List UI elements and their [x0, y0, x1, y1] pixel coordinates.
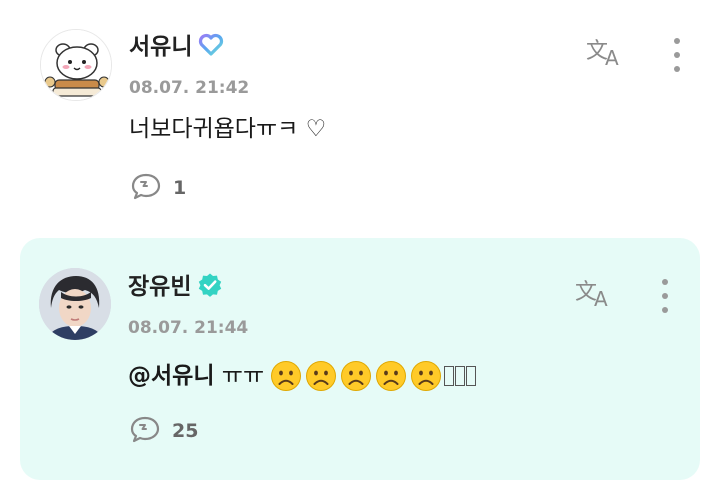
- frowning-face-icon: [340, 360, 372, 392]
- reply-button[interactable]: 1: [129, 171, 186, 205]
- frowning-face-icon: [270, 360, 302, 392]
- author-row: 서유니: [129, 33, 224, 61]
- reply-button[interactable]: 25: [128, 414, 198, 448]
- more-options-icon[interactable]: [672, 38, 682, 72]
- comment-item: 서유니 08.07. 21:42 너보다귀욥다ㅠㅋ ♡ 1 文 A: [0, 0, 718, 230]
- avatar[interactable]: [40, 29, 112, 101]
- avatar[interactable]: [39, 268, 111, 340]
- comment-text: 너보다귀욥다ㅠㅋ ♡: [129, 116, 327, 142]
- svg-text:A: A: [605, 46, 619, 68]
- reply-icon: [129, 171, 163, 205]
- author-name[interactable]: 장유빈: [128, 273, 191, 301]
- verified-check-icon: [197, 272, 223, 302]
- timestamp: 08.07. 21:42: [129, 78, 250, 98]
- comment-item-highlighted: 장유빈 08.07. 21:44 @서유니 ㅠㅠ 25 文 A: [20, 238, 700, 480]
- reply-icon: [128, 414, 162, 448]
- reply-count: 25: [172, 420, 199, 442]
- mention-link[interactable]: @서유니: [128, 361, 214, 391]
- emoji-group: [270, 360, 442, 392]
- frowning-face-icon: [375, 360, 407, 392]
- comment-text-suffix: ㅠㅠ: [214, 363, 265, 389]
- unrendered-glyphs: [444, 366, 477, 386]
- translate-icon[interactable]: 文 A: [573, 275, 617, 311]
- frowning-face-icon: [305, 360, 337, 392]
- more-options-icon[interactable]: [660, 279, 670, 313]
- comment-text: @서유니 ㅠㅠ: [128, 360, 477, 392]
- frowning-face-icon: [410, 360, 442, 392]
- translate-icon[interactable]: 文 A: [584, 34, 628, 70]
- heart-badge-icon: [198, 33, 224, 61]
- author-name[interactable]: 서유니: [129, 33, 192, 61]
- author-row: 장유빈: [128, 272, 223, 302]
- timestamp: 08.07. 21:44: [128, 318, 249, 338]
- reply-count: 1: [173, 177, 187, 199]
- svg-text:A: A: [594, 287, 608, 309]
